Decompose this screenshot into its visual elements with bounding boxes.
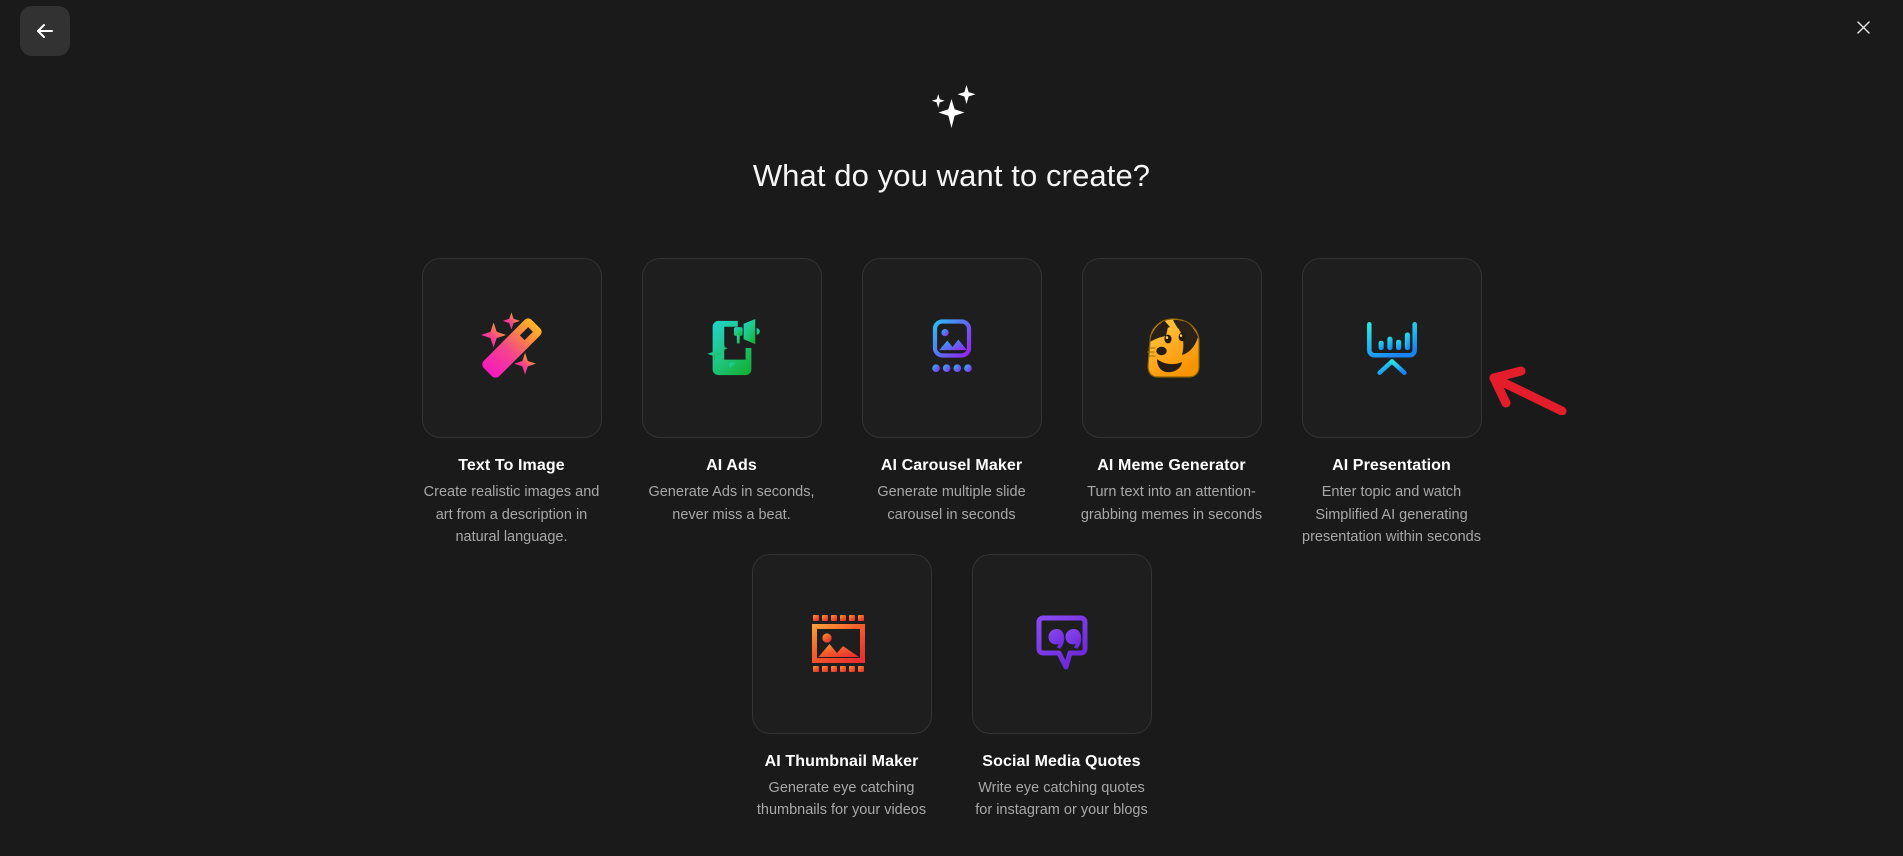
doge-face-icon xyxy=(1137,315,1207,381)
close-button[interactable] xyxy=(1845,12,1881,48)
back-button[interactable] xyxy=(20,6,70,56)
card-ai-ads[interactable]: AI Ads Generate Ads in seconds, never mi… xyxy=(641,258,822,549)
film-strip-image-icon xyxy=(810,613,874,675)
arrow-left-icon xyxy=(33,19,57,43)
sparkles-icon xyxy=(0,80,1903,142)
presentation-chart-icon xyxy=(1359,315,1425,381)
card-tile[interactable] xyxy=(1301,258,1482,438)
card-description: Generate multiple slide carousel in seco… xyxy=(877,484,1026,523)
carousel-image-icon xyxy=(918,314,986,382)
card-title: Social Media Quotes xyxy=(982,752,1141,770)
card-tile[interactable] xyxy=(751,553,932,734)
magic-wand-icon xyxy=(474,310,550,386)
card-title: AI Meme Generator xyxy=(1097,457,1246,474)
card-description: Generate eye catching thumbnails for you… xyxy=(756,779,927,819)
phone-megaphone-icon xyxy=(701,317,763,379)
card-description: Create realistic images and art from a d… xyxy=(423,484,600,545)
card-description: Generate Ads in seconds, never miss a be… xyxy=(648,484,815,523)
close-icon xyxy=(1854,18,1873,42)
tool-row: AI Thumbnail Maker Generate eye catching… xyxy=(0,553,1903,822)
card-title: AI Carousel Maker xyxy=(880,457,1023,474)
card-ai-meme-generator[interactable]: AI Meme Generator Turn text into an atte… xyxy=(1080,258,1263,549)
card-social-media-quotes[interactable]: Social Media Quotes Write eye catching q… xyxy=(971,553,1152,822)
card-description: Turn text into an attention-grabbing mem… xyxy=(1080,484,1263,523)
card-title: AI Presentation xyxy=(1332,457,1451,474)
card-tile[interactable] xyxy=(971,553,1152,734)
card-tile[interactable] xyxy=(861,258,1042,438)
card-ai-presentation[interactable]: AI Presentation Enter topic and watch Si… xyxy=(1301,258,1482,549)
card-title: AI Thumbnail Maker xyxy=(764,752,919,770)
card-title: Text To Image xyxy=(458,457,565,474)
page-title: What do you want to create? xyxy=(752,158,1151,193)
tool-row: Text To Image Create realistic images an… xyxy=(0,258,1903,549)
card-ai-thumbnail-maker[interactable]: AI Thumbnail Maker Generate eye catching… xyxy=(751,553,932,822)
card-tile[interactable] xyxy=(641,258,822,438)
card-tile[interactable] xyxy=(1081,258,1262,438)
modal-header: What do you want to create? xyxy=(0,80,1903,194)
create-modal: What do you want to create? Text To Imag… xyxy=(0,0,1903,856)
card-text-to-image[interactable]: Text To Image Create realistic images an… xyxy=(421,258,602,549)
card-tile[interactable] xyxy=(421,258,602,438)
tool-grid: Text To Image Create realistic images an… xyxy=(0,258,1903,822)
card-description: Enter topic and watch Simplified AI gene… xyxy=(1302,484,1481,545)
card-ai-carousel-maker[interactable]: AI Carousel Maker Generate multiple slid… xyxy=(861,258,1042,549)
card-description: Write eye catching quotes for instagram … xyxy=(975,779,1148,819)
quote-bubble-icon xyxy=(1030,612,1094,676)
card-title: AI Ads xyxy=(706,457,757,474)
